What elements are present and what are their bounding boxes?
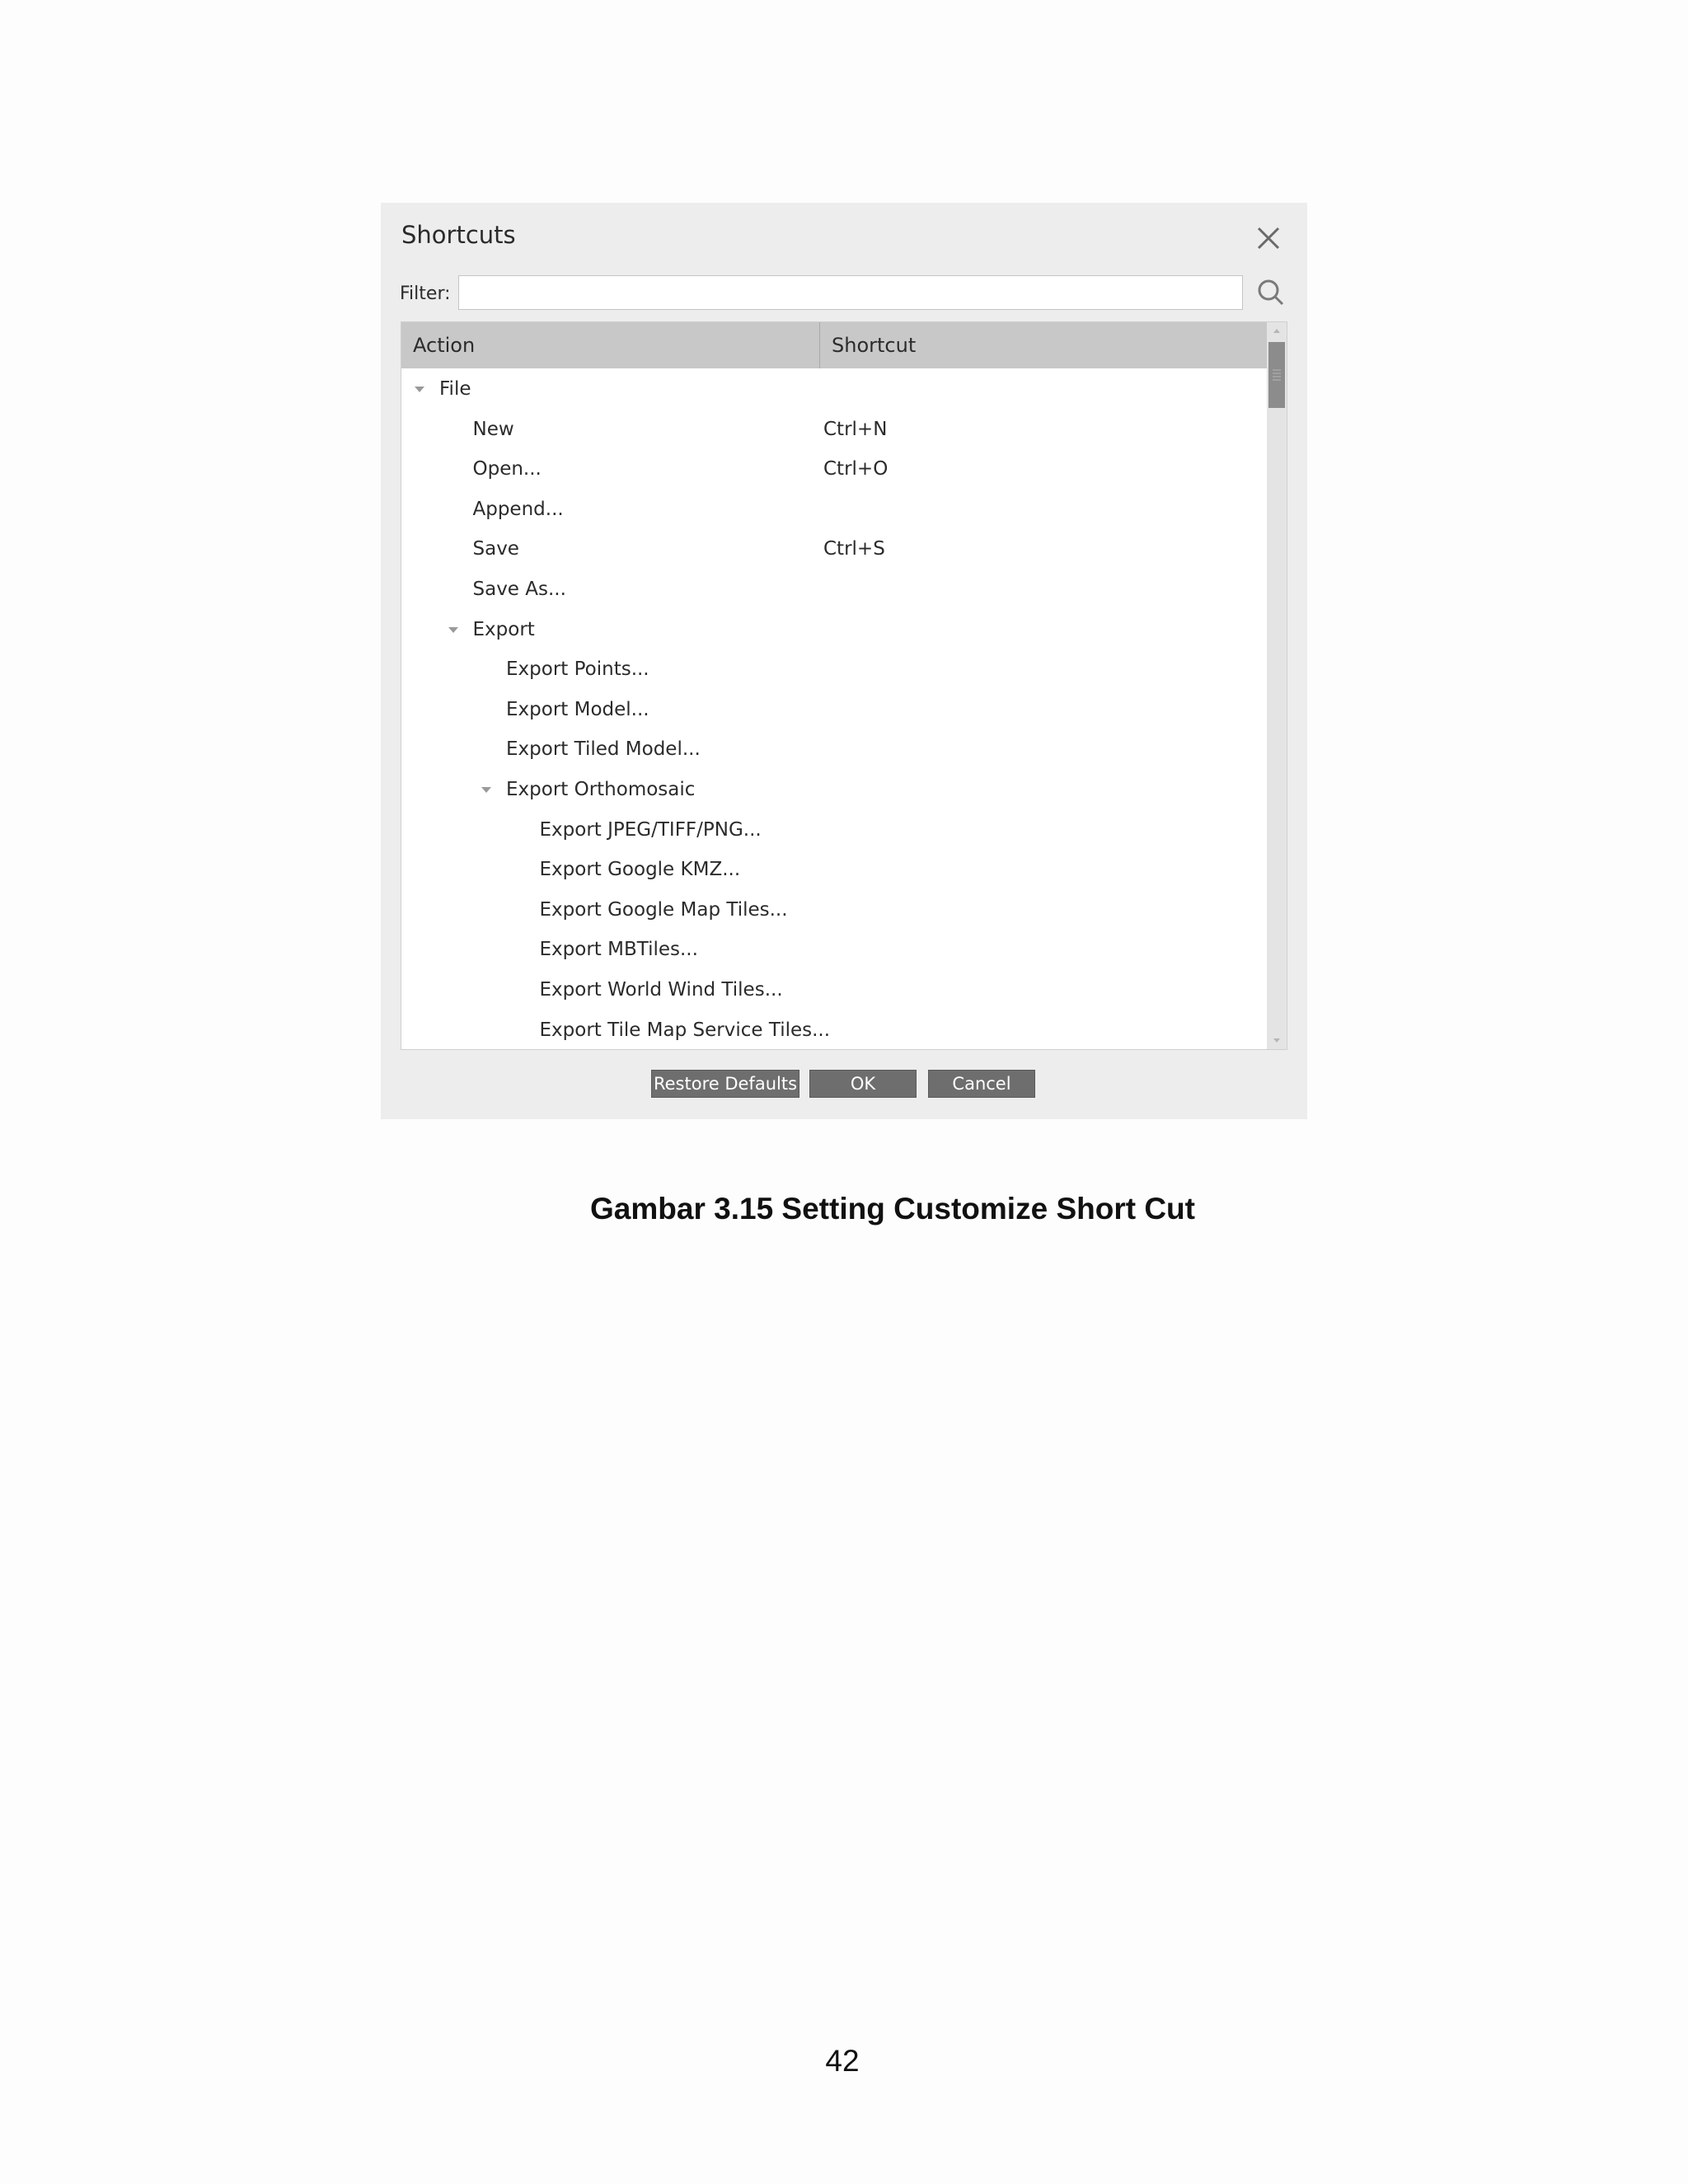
action-label: Save [472, 538, 519, 560]
action-label: Export World Wind Tiles... [539, 979, 783, 1001]
dialog-title: Shortcuts [401, 221, 516, 249]
scroll-thumb[interactable] [1268, 342, 1285, 408]
tree-row[interactable]: Save As... [401, 570, 1267, 610]
figure-caption: Gambar 3.15 Setting Customize Short Cut [590, 1192, 1195, 1226]
action-label: Export Model... [506, 698, 649, 720]
vertical-scrollbar[interactable] [1267, 322, 1287, 1049]
tree-row[interactable]: Export Points... [401, 650, 1267, 690]
tree-row[interactable]: Open... Ctrl+O [401, 450, 1267, 490]
expand-arrow-icon[interactable] [478, 782, 495, 799]
action-label: Save As... [472, 579, 566, 600]
restore-defaults-button[interactable]: Restore Defaults [651, 1070, 799, 1098]
scroll-down-button[interactable] [1267, 1033, 1287, 1049]
action-label: File [439, 378, 471, 400]
expand-arrow-icon[interactable] [445, 622, 462, 639]
tree-row[interactable]: Save Ctrl+S [401, 530, 1267, 569]
grip-icon [1273, 369, 1281, 381]
action-label: Export Google Map Tiles... [539, 898, 788, 921]
expand-arrow-icon[interactable] [411, 382, 428, 398]
filter-label: Filter: [400, 284, 451, 304]
filter-input[interactable] [458, 275, 1243, 310]
action-label: Export JPEG/TIFF/PNG... [539, 818, 762, 841]
shortcuts-tree: Action Shortcut File New Ctrl+N Open... Ctrl… [401, 321, 1287, 1050]
column-header-shortcut[interactable]: Shortcut [832, 334, 916, 357]
action-label: Export Google KMZ... [539, 859, 741, 881]
tree-row[interactable]: Export JPEG/TIFF/PNG... [401, 811, 1267, 851]
close-icon [1257, 227, 1280, 250]
tree-row[interactable]: Export Model... [401, 691, 1267, 730]
action-label: Open... [472, 458, 542, 480]
ok-button[interactable]: OK [809, 1070, 917, 1098]
shortcut-value: Ctrl+O [823, 458, 889, 480]
tree-row[interactable]: File [401, 370, 1267, 410]
search-button[interactable] [1254, 276, 1287, 309]
tree-row[interactable]: New Ctrl+N [401, 410, 1267, 450]
tree-row[interactable]: Export World Wind Tiles... [401, 971, 1267, 1010]
column-divider[interactable] [819, 322, 820, 368]
tree-row[interactable]: Export Google KMZ... [401, 851, 1267, 890]
tree-row[interactable]: Export Google Map Tiles... [401, 891, 1267, 930]
column-header-action[interactable]: Action [413, 334, 475, 357]
search-icon [1258, 279, 1284, 306]
tree-header: Action Shortcut [401, 322, 1267, 368]
shortcut-value: Ctrl+N [823, 418, 888, 440]
action-label: Export Orthomosaic [506, 779, 696, 800]
action-label: Append... [472, 498, 564, 520]
scroll-up-arrow-icon [1273, 329, 1280, 333]
shortcuts-dialog: Shortcuts Filter: Action Shortcut File Ne… [381, 203, 1307, 1119]
cancel-button[interactable]: Cancel [928, 1070, 1035, 1098]
action-label: Export [472, 618, 535, 640]
action-label: Export Tile Map Service Tiles... [539, 1019, 831, 1041]
scroll-down-arrow-icon [1273, 1038, 1280, 1043]
tree-row[interactable]: Export [401, 611, 1267, 650]
action-label: Export Points... [506, 658, 649, 681]
tree-body: File New Ctrl+N Open... Ctrl+O Append... Save C… [401, 370, 1267, 1047]
tree-row[interactable]: Append... [401, 490, 1267, 530]
close-button[interactable] [1254, 224, 1282, 252]
action-label: Export Tiled Model... [506, 738, 701, 761]
action-label: New [472, 418, 514, 440]
scroll-up-button[interactable] [1267, 322, 1287, 339]
page-number: 42 [825, 2044, 860, 2078]
tree-row[interactable]: Export Tiled Model... [401, 730, 1267, 770]
shortcut-value: Ctrl+S [823, 538, 885, 560]
tree-row[interactable]: Export Orthomosaic [401, 771, 1267, 810]
action-label: Export MBTiles... [539, 939, 698, 961]
tree-row[interactable]: Export Tile Map Service Tiles... [401, 1011, 1267, 1049]
tree-row[interactable]: Export MBTiles... [401, 930, 1267, 970]
